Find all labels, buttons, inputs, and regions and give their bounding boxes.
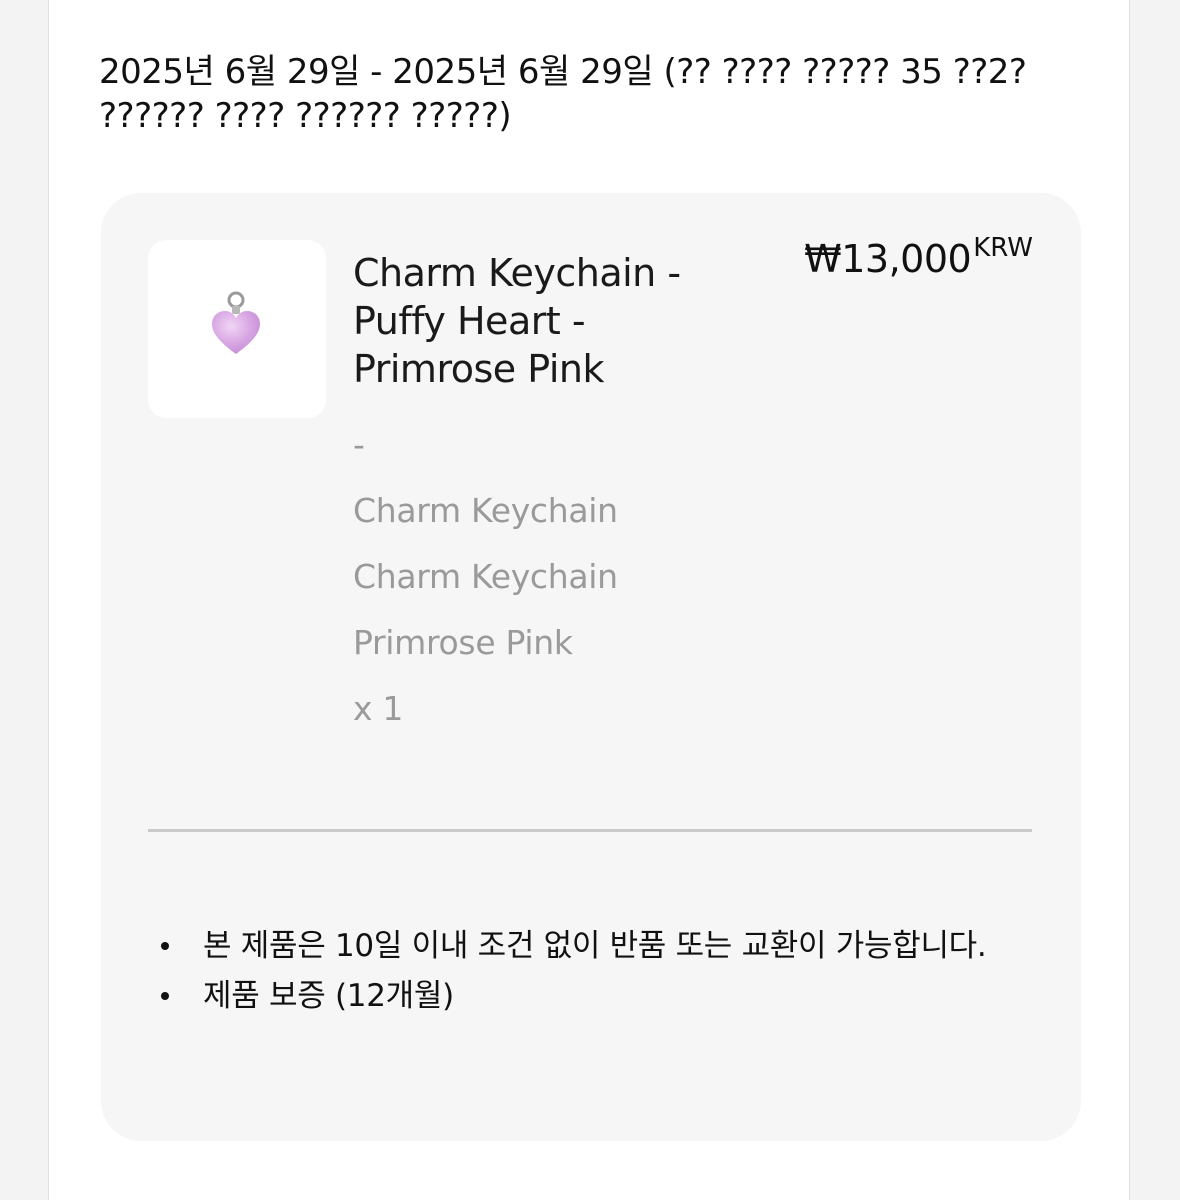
order-item-card: Charm Keychain - Puffy Heart - Primrose … (101, 193, 1081, 1141)
policy-note-text: 제품 보증 (12개월) (203, 978, 454, 1014)
bullet-icon (161, 942, 169, 950)
policy-note-text: 본 제품은 10일 이내 조건 없이 반품 또는 교환이 가능합니다. (203, 928, 987, 964)
variant-line-2: Charm Keychain (353, 557, 618, 596)
product-title[interactable]: Charm Keychain - Puffy Heart - Primrose … (353, 249, 733, 393)
policy-note-return: 본 제품은 10일 이내 조건 없이 반품 또는 교환이 가능합니다. (161, 923, 1011, 969)
variant-color: Primrose Pink (353, 623, 573, 662)
price-amount: ₩13,000 (804, 237, 972, 281)
bullet-icon (161, 992, 169, 1000)
heart-charm-icon (212, 291, 260, 354)
policy-note-warranty: 제품 보증 (12개월) (161, 973, 1011, 1019)
product-thumbnail[interactable] (148, 240, 326, 418)
order-date-range: 2025년 6월 29일 - 2025년 6월 29일 (?? ???? ???… (99, 52, 1027, 136)
item-quantity: x 1 (353, 689, 404, 728)
item-price: ₩13,000KRW (804, 233, 1033, 281)
variant-line-1: Charm Keychain (353, 491, 618, 530)
price-currency: KRW (973, 233, 1033, 263)
section-divider (148, 829, 1032, 832)
policy-notes-list: 본 제품은 10일 이내 조건 없이 반품 또는 교환이 가능합니다. 제품 보… (161, 923, 1011, 1023)
order-detail-page: 2025년 6월 29일 - 2025년 6월 29일 (?? ???? ???… (48, 0, 1130, 1200)
variant-separator: - (353, 425, 365, 464)
